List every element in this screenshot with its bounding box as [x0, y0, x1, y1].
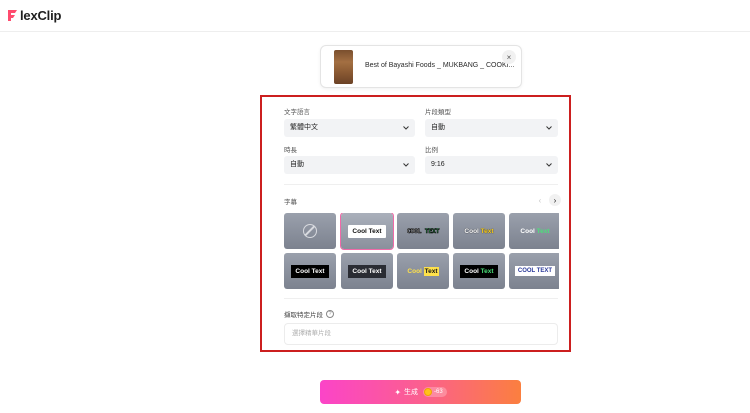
- prev-styles-button[interactable]: ‹: [534, 194, 546, 206]
- coin-icon: [424, 388, 433, 396]
- duration-value: 自動: [290, 161, 304, 168]
- flexclip-logo[interactable]: lexClip: [7, 8, 61, 23]
- sparkle-icon: ✦: [394, 387, 402, 397]
- clip-type-label: 片段類型: [425, 109, 451, 116]
- language-value: 繁體中文: [290, 124, 318, 131]
- style-sample-text: Cool Text: [520, 227, 550, 235]
- language-select[interactable]: 繁體中文: [284, 119, 415, 137]
- subtitle-style-white-yellow[interactable]: Cool Text: [453, 213, 505, 249]
- subtitle-style-white-blue[interactable]: COOL TEXT: [509, 253, 559, 289]
- subtitles-label: 字幕: [284, 199, 297, 206]
- chevron-down-icon: [546, 163, 552, 167]
- chevron-right-icon: ›: [553, 195, 557, 205]
- clip-type-value: 自動: [431, 124, 445, 131]
- highlight-clip-input[interactable]: 選擇精華片段: [284, 323, 558, 345]
- style-sample-text: Cool Text: [407, 266, 439, 276]
- source-video-card: Best of Bayashi Foods _ MUKBANG _ COOKI.…: [320, 45, 522, 88]
- ratio-select[interactable]: 9:16: [425, 156, 558, 174]
- generate-label: 生成: [404, 389, 419, 396]
- video-thumbnail: [334, 50, 353, 84]
- extract-clip-label: 擷取特定片段 ?: [284, 309, 334, 319]
- subtitle-style-black-green[interactable]: Cool Text: [453, 253, 505, 289]
- logo-f-icon: [7, 9, 19, 22]
- subtitle-styles-grid: Cool Text COOL TEXT Cool Text Cool Text …: [284, 213, 559, 291]
- duration-select[interactable]: 自動: [284, 156, 415, 174]
- ratio-value: 9:16: [431, 161, 445, 168]
- subtitle-style-outline-green[interactable]: COOL TEXT: [397, 213, 449, 249]
- style-sample-text: Cool Text: [464, 227, 494, 235]
- divider: [284, 298, 558, 299]
- style-sample-text: Cool Text: [348, 224, 386, 238]
- subtitle-style-black-box[interactable]: Cool Text: [284, 253, 336, 289]
- generate-button[interactable]: ✦ 生成 -63: [320, 380, 521, 404]
- no-subtitle-icon: [303, 224, 317, 238]
- subtitle-style-yellow-black[interactable]: Cool Text: [397, 253, 449, 289]
- style-sample-text: COOL TEXT: [514, 266, 556, 276]
- settings-panel: 文字語言 繁體中文 片段類型 自動 時長 自動 比例 9:16 字幕 ‹ › C…: [260, 95, 571, 352]
- logo-text: lexClip: [20, 8, 62, 23]
- credit-cost: -63: [434, 389, 443, 395]
- style-sample-text: Cool Text: [291, 264, 329, 278]
- chevron-down-icon: [403, 126, 409, 130]
- subtitle-style-white-green[interactable]: Cool Text: [509, 213, 559, 249]
- divider: [284, 184, 558, 185]
- chevron-down-icon: [403, 163, 409, 167]
- extract-clip-text: 擷取特定片段: [284, 312, 323, 319]
- next-styles-button[interactable]: ›: [549, 194, 561, 206]
- style-sample-text: Cool Text: [460, 264, 498, 278]
- help-icon[interactable]: ?: [326, 310, 334, 318]
- style-sample-text: Cool Text: [348, 264, 386, 278]
- subtitle-style-none[interactable]: [284, 213, 336, 249]
- subtitle-style-white-box[interactable]: Cool Text: [341, 213, 393, 249]
- chevron-down-icon: [546, 126, 552, 130]
- style-sample-text: COOL TEXT: [406, 227, 440, 236]
- remove-video-button[interactable]: ×: [502, 50, 516, 64]
- video-file-name: Best of Bayashi Foods _ MUKBANG _ COOKI.…: [365, 62, 515, 69]
- clip-type-select[interactable]: 自動: [425, 119, 558, 137]
- top-bar: lexClip: [0, 0, 750, 32]
- credit-badge: -63: [423, 387, 447, 397]
- ratio-label: 比例: [425, 147, 438, 154]
- chevron-left-icon: ‹: [538, 195, 542, 205]
- subtitle-style-dark-box-white[interactable]: Cool Text: [341, 253, 393, 289]
- duration-label: 時長: [284, 147, 297, 154]
- language-label: 文字語言: [284, 109, 310, 116]
